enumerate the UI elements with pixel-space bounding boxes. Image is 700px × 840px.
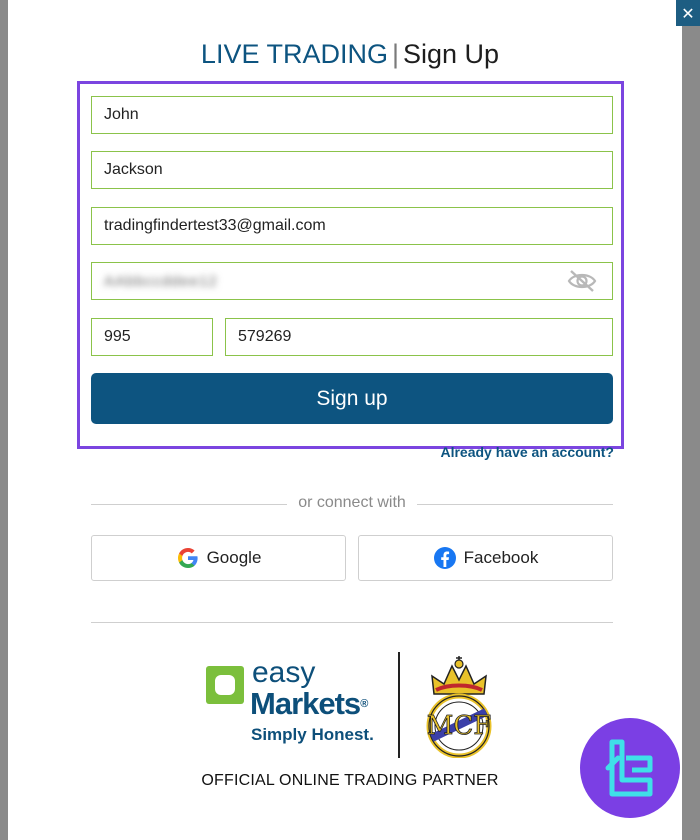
brand-markets-text: Markets® [250,688,368,720]
google-label: Google [206,548,262,567]
close-icon: ✕ [681,3,695,23]
brand-tagline: Simply Honest. [251,725,374,744]
password-value: AAbbccddee12 [104,272,218,290]
title-separator: | [391,39,399,69]
title-live-trading: LIVE TRADING [200,39,388,69]
brand-easy-text: easy [252,656,316,689]
page-title: LIVE TRADING | Sign Up [0,38,700,70]
last-name-input[interactable] [104,152,612,188]
facebook-icon [433,547,456,569]
facebook-label: Facebook [463,548,539,567]
facebook-button[interactable]: Facebook [358,535,613,581]
email-field[interactable] [91,207,613,245]
easymarkets-logo-icon [206,666,244,704]
title-sign-up: Sign Up [403,39,500,69]
first-name-field[interactable] [91,96,613,134]
already-have-account-link[interactable]: Already have an account? [420,444,614,460]
email-input[interactable] [104,208,612,244]
google-button[interactable]: Google [91,535,346,581]
tradingfinder-watermark-icon [580,718,680,818]
brand-markets-word: Markets [250,686,361,721]
logo-divider [398,652,400,758]
divider-bottom [91,622,613,623]
phone-number-field[interactable] [225,318,613,356]
last-name-field[interactable] [91,151,613,189]
partner-logos: easy Markets® Simply Honest. MCF [206,652,506,762]
svg-text:MCF: MCF [427,711,492,741]
first-name-input[interactable] [104,97,612,133]
phone-number-input[interactable] [238,319,612,355]
google-icon [177,548,198,568]
divider-right [417,504,613,505]
connect-with-text: or connect with [298,494,406,511]
real-madrid-crest-icon: MCF [426,656,492,758]
close-button[interactable]: ✕ [676,0,700,26]
eye-slash-icon[interactable] [566,269,598,293]
signup-button[interactable]: Sign up [91,373,613,424]
phone-code-field[interactable] [91,318,213,356]
phone-code-input[interactable] [104,319,212,355]
divider-left [91,504,287,505]
password-field[interactable]: AAbbccddee12 [91,262,613,300]
brand-registered-mark: ® [360,698,369,710]
